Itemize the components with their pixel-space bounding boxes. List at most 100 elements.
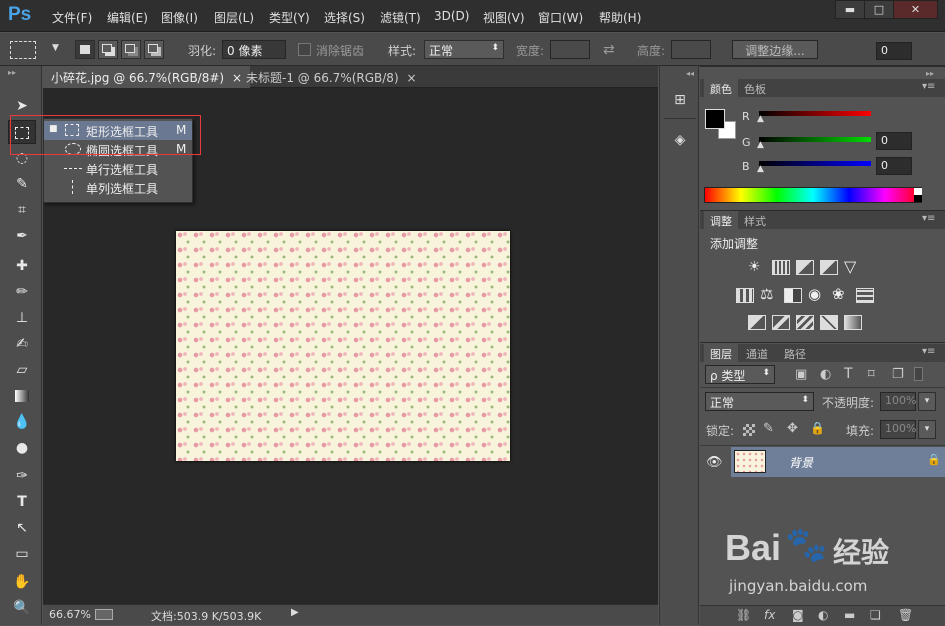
- opacity-input[interactable]: 100%: [880, 392, 916, 411]
- vibrance-icon[interactable]: ▽: [844, 257, 856, 276]
- zoom-tool-icon[interactable]: 🔍: [8, 596, 36, 620]
- eyedropper-tool-icon[interactable]: ✒: [8, 224, 36, 248]
- green-value[interactable]: 0: [876, 132, 912, 150]
- lock-all-icon[interactable]: 🔒: [810, 421, 825, 435]
- menu-help[interactable]: 帮助(H): [599, 9, 641, 26]
- menu-select[interactable]: 选择(S): [324, 9, 365, 26]
- refine-edge-button[interactable]: 调整边缘...: [732, 40, 818, 59]
- link-layers-icon[interactable]: ⛓: [736, 608, 751, 622]
- properties-panel-icon[interactable]: ◈: [670, 132, 690, 152]
- fx-icon[interactable]: fx: [764, 608, 775, 622]
- blue-value[interactable]: 0: [876, 157, 912, 175]
- dodge-tool-icon[interactable]: ●: [8, 436, 36, 460]
- filter-adjustment-icon[interactable]: ◐: [820, 367, 831, 382]
- layer-mask-icon[interactable]: ◙: [792, 608, 804, 622]
- photo-filter-icon[interactable]: ◉: [808, 285, 821, 303]
- healing-brush-tool-icon[interactable]: ✚: [8, 254, 36, 278]
- visibility-eye-icon[interactable]: 👁: [706, 455, 723, 470]
- tab-layers[interactable]: 图层: [704, 344, 738, 362]
- hue-saturation-icon[interactable]: [736, 288, 754, 303]
- swap-icon[interactable]: ⇄: [603, 42, 615, 58]
- posterize-icon[interactable]: [772, 315, 790, 330]
- zoom-level[interactable]: 66.67%: [49, 608, 91, 621]
- eraser-tool-icon[interactable]: ▱: [8, 358, 36, 382]
- color-spectrum-bar[interactable]: [704, 187, 922, 203]
- tab-styles[interactable]: 样式: [738, 211, 772, 229]
- subtract-selection-button[interactable]: [121, 40, 141, 59]
- filter-type-icon[interactable]: T: [844, 366, 853, 382]
- width-input[interactable]: [550, 40, 590, 59]
- panel-collapse-icon[interactable]: ▸▸: [8, 68, 16, 77]
- exposure-icon[interactable]: [820, 260, 838, 275]
- filter-smart-object-icon[interactable]: ❐: [892, 367, 904, 382]
- panel-menu-icon[interactable]: ▾≡: [922, 213, 935, 224]
- foreground-color-swatch[interactable]: [705, 109, 725, 129]
- chevron-down-icon[interactable]: ▾: [918, 392, 936, 411]
- tab-channels[interactable]: 通道: [740, 344, 774, 362]
- history-panel-icon[interactable]: ⊞: [670, 92, 690, 112]
- height-input[interactable]: [671, 40, 711, 59]
- black-white-swatch[interactable]: [914, 188, 922, 202]
- blur-tool-icon[interactable]: 💧: [8, 410, 36, 434]
- quick-select-tool-icon[interactable]: ✎: [8, 172, 36, 196]
- close-button[interactable]: ✕: [893, 0, 938, 19]
- color-balance-icon[interactable]: ⚖: [760, 285, 773, 303]
- color-lookup-icon[interactable]: [856, 288, 874, 303]
- threshold-icon[interactable]: [796, 315, 814, 330]
- tab-document-2[interactable]: 未标题-1 @ 66.7%(RGB/8) ×: [238, 66, 425, 88]
- marquee-preset-icon[interactable]: [10, 41, 36, 59]
- red-value[interactable]: 0: [876, 42, 912, 60]
- chevron-down-icon[interactable]: ▼: [52, 43, 59, 53]
- maximize-button[interactable]: □: [864, 0, 894, 19]
- panel-collapse-icon[interactable]: ◂◂: [686, 69, 694, 78]
- hand-tool-icon[interactable]: ✋: [8, 570, 36, 594]
- menu-window[interactable]: 窗口(W): [538, 9, 583, 26]
- close-icon[interactable]: ×: [406, 71, 416, 85]
- brush-tool-icon[interactable]: ✏: [8, 280, 36, 304]
- panel-menu-icon[interactable]: ▾≡: [922, 81, 935, 92]
- selective-color-icon[interactable]: [820, 315, 838, 330]
- slider-thumb-icon[interactable]: ▲: [757, 114, 764, 124]
- tab-adjustments[interactable]: 调整: [704, 211, 738, 229]
- shape-tool-icon[interactable]: ▭: [8, 542, 36, 566]
- levels-icon[interactable]: [772, 260, 790, 275]
- clone-stamp-tool-icon[interactable]: ⊥: [8, 306, 36, 330]
- curves-icon[interactable]: [796, 260, 814, 275]
- add-selection-button[interactable]: [98, 40, 118, 59]
- antialias-checkbox[interactable]: [298, 43, 311, 56]
- flyout-item-column-marquee[interactable]: 单列选框工具: [44, 178, 192, 197]
- pen-tool-icon[interactable]: ✑: [8, 464, 36, 488]
- channel-mixer-icon[interactable]: ❀: [832, 285, 845, 303]
- new-layer-icon[interactable]: ❏: [870, 608, 881, 622]
- filter-pixel-icon[interactable]: ▣: [795, 367, 807, 382]
- panel-collapse-icon[interactable]: ▸▸: [926, 69, 934, 78]
- trash-icon[interactable]: 🗑: [898, 608, 913, 622]
- menu-3d[interactable]: 3D(D): [434, 9, 469, 23]
- gradient-map-icon[interactable]: [844, 315, 862, 330]
- filter-shape-icon[interactable]: ⌑: [868, 367, 875, 382]
- fill-input[interactable]: 100%: [880, 420, 916, 439]
- chevron-down-icon[interactable]: ▾: [918, 420, 936, 439]
- lock-transparency-icon[interactable]: [743, 424, 755, 436]
- menu-layer[interactable]: 图层(L): [214, 9, 254, 26]
- new-group-icon[interactable]: ▬: [844, 608, 855, 622]
- blue-slider-track[interactable]: [759, 161, 871, 166]
- history-brush-tool-icon[interactable]: ✍: [8, 332, 36, 356]
- flyout-item-row-marquee[interactable]: 单行选框工具: [44, 159, 192, 178]
- play-arrow-icon[interactable]: ▶: [291, 607, 299, 618]
- new-selection-button[interactable]: [75, 40, 95, 59]
- slider-thumb-icon[interactable]: ▲: [757, 140, 764, 150]
- green-slider-track[interactable]: [759, 137, 871, 142]
- red-slider-track[interactable]: [759, 111, 871, 116]
- panel-menu-icon[interactable]: ▾≡: [922, 346, 935, 357]
- gradient-tool-icon[interactable]: [8, 384, 36, 408]
- lock-position-icon[interactable]: ✥: [787, 421, 798, 436]
- filter-toggle[interactable]: [914, 367, 923, 381]
- slider-thumb-icon[interactable]: ▲: [757, 164, 764, 174]
- tab-paths[interactable]: 路径: [778, 344, 812, 362]
- feather-input[interactable]: 0 像素: [222, 40, 286, 59]
- black-white-icon[interactable]: [784, 288, 802, 303]
- lock-pixels-icon[interactable]: ✎: [763, 421, 774, 436]
- tab-document-1[interactable]: 小碎花.jpg @ 66.7%(RGB/8#) ×: [43, 66, 250, 88]
- path-selection-tool-icon[interactable]: ↖: [8, 516, 36, 540]
